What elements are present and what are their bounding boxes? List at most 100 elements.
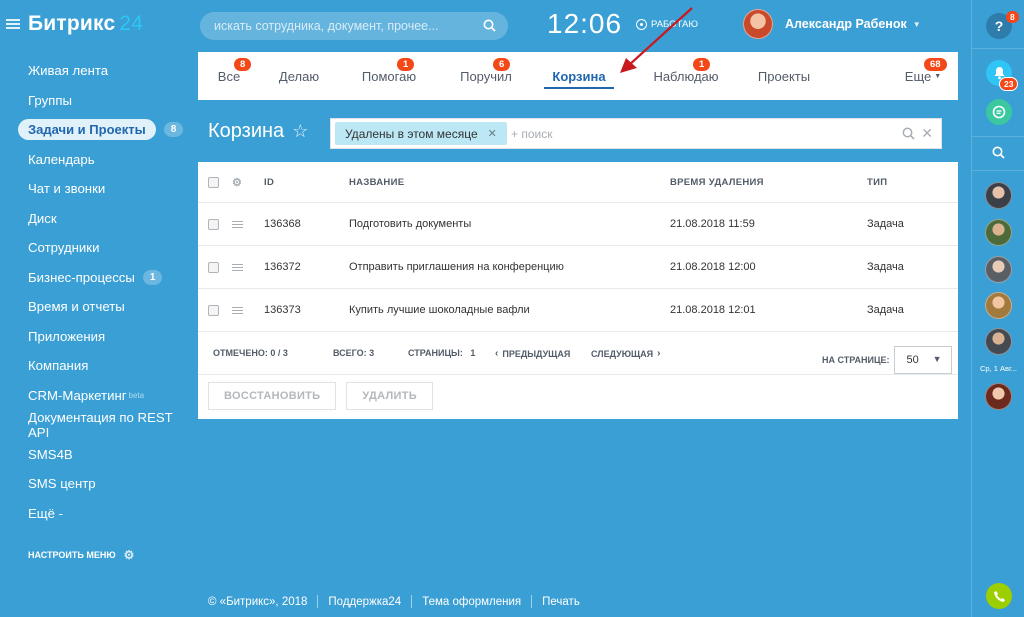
column-header-name[interactable]: НАЗВАНИЕ	[349, 177, 670, 188]
sidebar-item-label: Чат и звонки	[28, 181, 106, 197]
search-icon[interactable]	[902, 127, 915, 140]
table-row[interactable]: 136368 Подготовить документы 21.08.2018 …	[198, 203, 958, 246]
search-input[interactable]	[200, 12, 470, 40]
tab-watching[interactable]: 1 Наблюдаю	[632, 52, 740, 100]
sidebar-item-rest-api[interactable]: Документация по REST API	[0, 410, 196, 440]
sidebar-item-label: SMS центр	[28, 476, 96, 492]
tab-label: Все	[217, 68, 241, 84]
chat-icon[interactable]	[986, 99, 1012, 125]
column-header-type[interactable]: ТИП	[867, 177, 947, 188]
sidebar-item-live-feed[interactable]: Живая лента	[0, 56, 196, 86]
work-status-icon	[636, 19, 647, 30]
row-checkbox[interactable]	[208, 261, 219, 273]
tab-badge: 6	[493, 58, 511, 71]
tab-assigned[interactable]: 6 Поручил	[440, 52, 532, 100]
divider	[411, 595, 413, 608]
page-footer: © «Битрикс», 2018 Поддержка24 Тема оформ…	[208, 595, 580, 608]
close-icon[interactable]: ✕	[488, 127, 497, 140]
row-checkbox[interactable]	[208, 218, 219, 230]
phone-icon[interactable]	[986, 583, 1012, 609]
tab-projects[interactable]: Проекты	[740, 52, 828, 100]
row-menu-icon[interactable]	[232, 220, 243, 228]
total-value: 3	[369, 348, 375, 358]
sidebar-item-disk[interactable]: Диск	[0, 204, 196, 234]
sidebar-item-chat[interactable]: Чат и звонки	[0, 174, 196, 204]
configure-menu-button[interactable]: НАСТРОИТЬ МЕНЮ ⚙	[28, 548, 134, 562]
sidebar-item-crm-marketing[interactable]: CRM-Маркетинг beta	[0, 381, 196, 411]
sidebar-item-more[interactable]: Ещё -	[0, 499, 196, 529]
theme-link[interactable]: Тема оформления	[422, 596, 521, 608]
tab-all[interactable]: 8 Все	[198, 52, 260, 100]
clear-icon[interactable]: ✕	[921, 125, 933, 142]
avatar	[743, 9, 773, 39]
avatar[interactable]	[985, 292, 1012, 319]
table-row[interactable]: 136373 Купить лучшие шоколадные вафли 21…	[198, 289, 958, 332]
sidebar-item-groups[interactable]: Группы	[0, 86, 196, 116]
sidebar-item-employees[interactable]: Сотрудники	[0, 233, 196, 263]
row-checkbox[interactable]	[208, 304, 219, 316]
sidebar-item-company[interactable]: Компания	[0, 351, 196, 381]
hamburger-menu-icon[interactable]	[6, 19, 20, 29]
column-header-time[interactable]: ВРЕМЯ УДАЛЕНИЯ	[670, 177, 867, 188]
sidebar-item-label: Ещё -	[28, 505, 64, 521]
avatar[interactable]	[985, 182, 1012, 209]
filter-bar[interactable]: Удалены в этом месяце ✕ + поиск ✕	[330, 118, 942, 149]
pages-value[interactable]: 1	[470, 348, 475, 358]
next-page-link[interactable]: СЛЕДУЮЩАЯ ›	[591, 348, 660, 359]
right-panel: ? 8 23 Ср, 1 Авг...	[971, 0, 1024, 617]
sidebar-item-sms4b[interactable]: SMS4B	[0, 440, 196, 470]
user-menu[interactable]: Александр Рабенок ▼	[743, 9, 921, 39]
tab-more[interactable]: 68 Еще ▼	[888, 52, 958, 100]
per-page: НА СТРАНИЦЕ: 50 ▼	[822, 346, 952, 374]
sidebar-item-label: Бизнес-процессы	[28, 269, 135, 285]
divider	[972, 170, 1024, 171]
page-title: Корзина ☆	[208, 120, 308, 143]
column-header-id[interactable]: ID	[264, 177, 349, 188]
row-menu-icon[interactable]	[232, 306, 243, 314]
work-status[interactable]: РАБОТАЮ	[636, 19, 698, 30]
cell-type: Задача	[867, 304, 904, 316]
sidebar-item-label: Живая лента	[28, 63, 109, 79]
clock[interactable]: 12:06	[547, 8, 622, 40]
pages-label: СТРАНИЦЫ:	[408, 348, 463, 358]
restore-button[interactable]: ВОССТАНОВИТЬ	[208, 382, 337, 410]
sidebar-item-calendar[interactable]: Календарь	[0, 145, 196, 175]
cell-id: 136372	[264, 261, 301, 273]
sidebar-item-tasks[interactable]: Задачи и Проекты 8	[0, 115, 196, 145]
sidebar-item-label: Документация по REST API	[28, 409, 173, 440]
sidebar-item-bizproc[interactable]: Бизнес-процессы 1	[0, 263, 196, 293]
filter-chip[interactable]: Удалены в этом месяце ✕	[335, 122, 507, 145]
sidebar-item-sms-center[interactable]: SMS центр	[0, 469, 196, 499]
row-menu-icon[interactable]	[232, 263, 243, 271]
star-icon[interactable]: ☆	[292, 121, 308, 142]
tab-label: Проекты	[757, 68, 811, 84]
recycle-bin-grid: ⚙ ID НАЗВАНИЕ ВРЕМЯ УДАЛЕНИЯ ТИП 136368 …	[198, 162, 958, 419]
logo[interactable]: Битрикс 24	[28, 12, 143, 36]
table-row[interactable]: 136372 Отправить приглашения на конферен…	[198, 246, 958, 289]
cell-name: Подготовить документы	[349, 218, 472, 230]
grid-footer: ОТМЕЧЕНО: 0 / 3 ВСЕГО: 3 СТРАНИЦЫ: 1 ‹ ПР…	[198, 332, 958, 375]
sidebar-item-time-reports[interactable]: Время и отчеты	[0, 292, 196, 322]
filter-search-placeholder[interactable]: + поиск	[511, 127, 552, 141]
grid-header: ⚙ ID НАЗВАНИЕ ВРЕМЯ УДАЛЕНИЯ ТИП	[198, 162, 958, 203]
tab-helping[interactable]: 1 Помогаю	[338, 52, 440, 100]
avatar[interactable]	[985, 383, 1012, 410]
tab-doing[interactable]: Делаю	[260, 52, 338, 100]
tab-recycle-bin[interactable]: Корзина	[544, 52, 614, 100]
sidebar-item-apps[interactable]: Приложения	[0, 322, 196, 352]
support-link[interactable]: Поддержка24	[328, 596, 401, 608]
sidebar-item-label: Группы	[28, 92, 72, 108]
select-all-checkbox[interactable]	[208, 176, 219, 188]
per-page-select[interactable]: 50	[893, 346, 952, 374]
cell-name: Купить лучшие шоколадные вафли	[349, 304, 530, 316]
avatar[interactable]	[985, 219, 1012, 246]
avatar[interactable]	[985, 256, 1012, 283]
print-link[interactable]: Печать	[542, 596, 580, 608]
search-icon[interactable]	[483, 19, 496, 32]
gear-icon[interactable]: ⚙	[232, 176, 242, 189]
delete-button[interactable]: УДАЛИТЬ	[346, 382, 433, 410]
prev-page-link[interactable]: ‹ ПРЕДЫДУЩАЯ	[495, 348, 570, 359]
cell-time: 21.08.2018 12:01	[670, 304, 756, 316]
avatar[interactable]	[985, 328, 1012, 355]
search-icon[interactable]	[992, 146, 1005, 159]
